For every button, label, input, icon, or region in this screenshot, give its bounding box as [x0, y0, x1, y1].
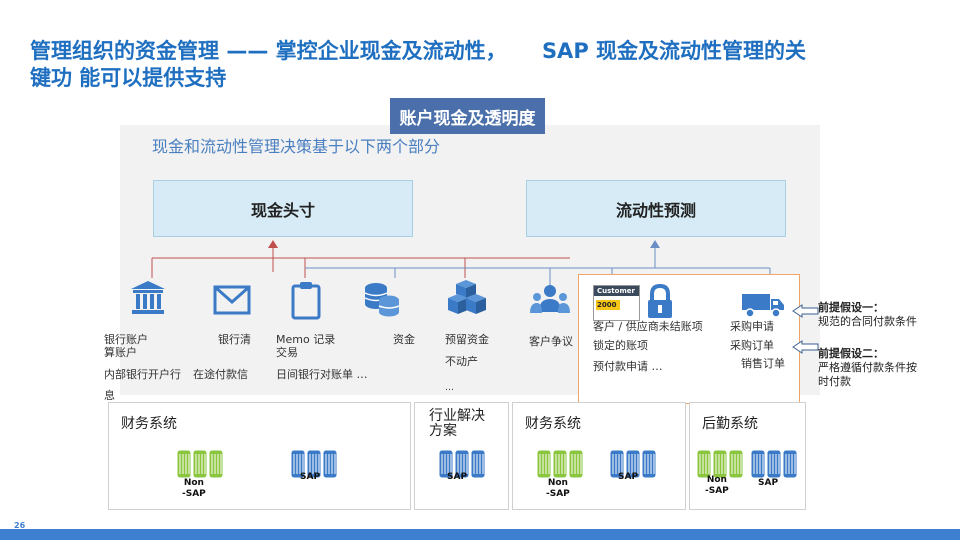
clipboard-icon	[291, 282, 321, 320]
page-number: 26	[14, 521, 26, 530]
label-reserved-funds: 预留资金	[445, 333, 489, 346]
people-icon	[530, 285, 570, 313]
customer-card-title: Customer	[594, 286, 639, 296]
label-in-transit: 在途付款信	[193, 368, 248, 381]
system-title: 后勤系统	[702, 416, 758, 432]
label-bank-clear: 银行清	[218, 333, 251, 346]
finance-system-box-1: 财务系统	[108, 402, 411, 510]
cubes-icon	[448, 280, 486, 314]
server-label: Non -SAP	[705, 475, 729, 496]
label-daily-reconcile: 日间银行对账单 …	[276, 368, 368, 381]
label-ellipsis: …	[445, 383, 454, 393]
label-prepayment: 预付款申请 …	[593, 360, 663, 373]
label-purchase-order: 采购订单	[730, 339, 774, 352]
system-title: 行业解决 方案	[429, 408, 485, 439]
label-purchase-req: 采购申请	[730, 320, 774, 333]
assumption-two-text2: 时付款	[818, 375, 851, 388]
system-title: 财务系统	[121, 416, 177, 432]
left-arrow-icon	[792, 340, 819, 354]
coins-icon	[364, 283, 400, 317]
server-label: SAP	[618, 472, 639, 482]
left-arrow-icon	[792, 304, 819, 318]
footer-bar	[0, 529, 960, 540]
cash-arrow-head	[268, 240, 278, 248]
label-open-items: 客户 / 供应商未结账项	[593, 320, 703, 333]
server-icon	[176, 449, 224, 479]
envelope-icon	[213, 285, 251, 315]
server-label: SAP	[300, 472, 321, 482]
label-locked-items: 锁定的账项	[593, 339, 648, 352]
assumption-two-text1: 严格遵循付款条件按	[818, 361, 917, 374]
assumption-two: 前提假设二： 严格遵循付款条件按 时付款	[818, 347, 917, 389]
label-funds: 资金	[393, 333, 415, 346]
assumption-two-title: 前提假设二：	[818, 347, 884, 360]
label-memo: Memo 记录	[276, 333, 336, 346]
assumption-one-text: 规范的合同付款条件	[818, 315, 917, 328]
system-title: 财务系统	[525, 416, 581, 432]
lock-icon	[648, 283, 672, 318]
label-customer-dispute: 客户争议	[529, 335, 573, 348]
label-trade: 交易	[276, 346, 298, 359]
server-label: Non -SAP	[182, 478, 206, 499]
forecast-arrow-head	[650, 240, 660, 248]
label-bank-account: 银行账户	[104, 333, 148, 346]
bank-icon	[131, 281, 165, 314]
assumption-one: 前提假设一： 规范的合同付款条件	[818, 301, 917, 329]
server-label: Non -SAP	[546, 478, 570, 499]
truck-icon	[742, 294, 784, 318]
server-label: SAP	[758, 478, 779, 488]
server-icon	[750, 449, 798, 479]
label-internal-bank: 内部银行开户行	[104, 368, 181, 381]
assumption-one-title: 前提假设一：	[818, 301, 884, 314]
customer-card-number: 2000	[596, 300, 620, 310]
server-icon	[536, 449, 584, 479]
server-label: SAP	[447, 472, 468, 482]
label-info: 息	[104, 389, 115, 402]
label-calc-account: 算账户	[104, 346, 137, 359]
label-sales-order: 销售订单	[741, 357, 785, 370]
label-real-estate: 不动产	[445, 355, 478, 368]
customer-card-icon: Customer 2000	[593, 285, 640, 321]
